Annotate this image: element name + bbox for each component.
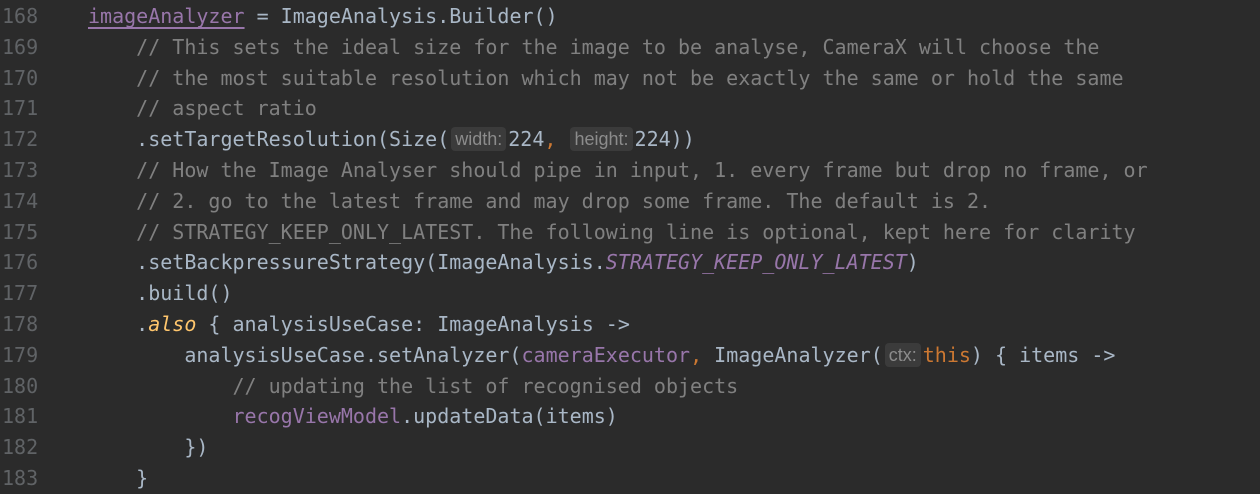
line-number: 180 [2,373,39,398]
code-text[interactable]: // This sets the ideal size for the imag… [88,32,1099,63]
code-line[interactable]: 174 // 2. go to the latest frame and may… [0,186,1260,217]
line-number: 169 [2,34,39,59]
code-line[interactable]: 169 // This sets the ideal size for the … [0,32,1260,63]
line-number: 179 [2,342,39,367]
code-keyword: this [922,342,971,367]
code-line[interactable]: 168 imageAnalyzer = ImageAnalysis.Builder… [0,1,1260,32]
code-text[interactable]: .setTargetResolution(Size(width: 224, hei… [88,124,695,155]
line-number: 172 [2,127,39,152]
line-number: 176 [2,250,39,275]
code-line[interactable]: 177 .build() [0,278,1260,309]
code-token: analysisUseCase.setAnalyzer( [88,342,522,367]
code-line[interactable]: 171 // aspect ratio [0,93,1260,124]
code-text[interactable]: recogViewModel.updateData(items) [88,401,618,432]
code-comment: // 2. go to the latest frame and may dro… [88,188,992,213]
code-text[interactable]: .setBackpressureStrategy(ImageAnalysis.S… [88,247,919,278]
code-text[interactable]: } [88,463,148,494]
code-text[interactable]: // aspect ratio [88,93,317,124]
code-editor[interactable]: 168 imageAnalyzer = ImageAnalysis.Builder… [0,0,1260,493]
line-number: 183 [2,466,39,490]
code-token: } [88,466,149,490]
code-comment: // the most suitable resolution which ma… [88,65,1124,90]
line-number: 168 [2,4,39,28]
code-token: .updateData(items) [401,404,618,429]
code-token: }) [88,435,209,460]
code-line[interactable]: 176 .setBackpressureStrategy(ImageAnalys… [0,247,1260,278]
code-property: recogViewModel [232,404,402,429]
line-number: 177 [2,281,39,306]
code-token: 224 [508,127,545,152]
parameter-hint: height: [570,127,633,152]
code-line[interactable]: 173 // How the Image Analyser should pip… [0,155,1260,186]
line-number: 178 [2,312,39,336]
code-comment: // aspect ratio [88,96,317,121]
code-constant: STRATEGY_KEEP_ONLY_LATEST [605,250,907,275]
line-number: 181 [2,404,39,429]
code-token: ) { items -> [970,342,1116,367]
code-property: imageAnalyzer [88,4,245,28]
code-text[interactable]: // the most suitable resolution which ma… [88,63,1124,94]
code-token: = ImageAnalysis.Builder() [244,4,558,28]
code-keyword: , [544,127,569,152]
code-token: .setBackpressureStrategy(ImageAnalysis. [88,250,606,275]
code-comment: // How the Image Analyser should pipe in… [88,158,1148,182]
code-token: ) [906,250,919,275]
code-line[interactable]: 181 recogViewModel.updateData(items) [0,401,1260,432]
code-property: cameraExecutor [521,342,691,367]
code-text[interactable]: .also { analysisUseCase: ImageAnalysis -… [88,309,630,340]
code-text[interactable]: imageAnalyzer = ImageAnalysis.Builder() [88,1,558,32]
code-text[interactable]: }) [88,432,208,463]
code-text[interactable]: // STRATEGY_KEEP_ONLY_LATEST. The follow… [88,217,1136,248]
parameter-hint: ctx: [884,342,921,367]
code-text[interactable]: // 2. go to the latest frame and may dro… [88,186,991,217]
line-number: 170 [2,65,39,90]
code-line[interactable]: 170 // the most suitable resolution whic… [0,63,1260,94]
code-keyword: , [690,342,715,367]
code-function: also [148,312,197,336]
code-line[interactable]: 179 analysisUseCase.setAnalyzer(cameraEx… [0,340,1260,371]
parameter-hint: width: [451,127,507,152]
code-text[interactable]: // updating the list of recognised objec… [88,371,738,402]
code-comment: // updating the list of recognised objec… [88,373,739,398]
code-token: .build() [88,281,233,306]
code-text[interactable]: .build() [88,278,233,309]
line-number: 182 [2,435,39,460]
code-text[interactable]: analysisUseCase.setAnalyzer(cameraExecut… [88,340,1115,371]
code-token: { analysisUseCase: ImageAnalysis -> [196,312,630,336]
line-number: 175 [2,219,39,244]
line-number: 171 [2,96,39,121]
code-comment: // This sets the ideal size for the imag… [88,34,1100,59]
line-number: 173 [2,158,39,182]
code-line[interactable]: 172 .setTargetResolution(Size(width: 224,… [0,124,1260,155]
line-number: 174 [2,188,39,213]
code-token: 224)) [634,127,695,152]
code-line[interactable]: 183 } [0,463,1260,494]
code-token: .setTargetResolution(Size( [88,127,450,152]
code-token: ImageAnalyzer( [714,342,883,367]
code-line[interactable]: 180 // updating the list of recognised o… [0,371,1260,402]
code-line[interactable]: 182 }) [0,432,1260,463]
code-line[interactable]: 178 .also { analysisUseCase: ImageAnalys… [0,309,1260,340]
code-line[interactable]: 175 // STRATEGY_KEEP_ONLY_LATEST. The fo… [0,217,1260,248]
code-comment: // STRATEGY_KEEP_ONLY_LATEST. The follow… [88,219,1136,244]
code-text[interactable]: // How the Image Analyser should pipe in… [88,155,1148,186]
code-token: . [88,312,149,336]
